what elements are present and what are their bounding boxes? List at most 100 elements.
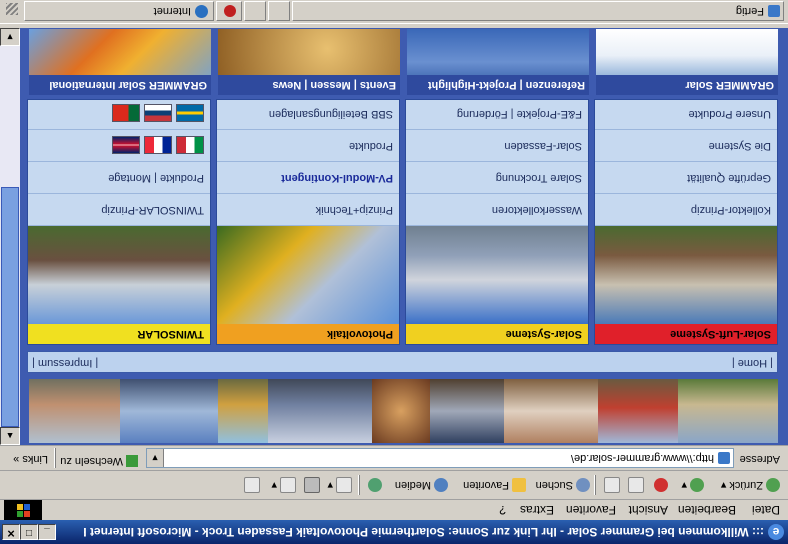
column-links: TWINSOLAR-Prinzip Produkte | Montage: [28, 99, 210, 226]
status-panel: [268, 1, 290, 21]
refresh-icon: [628, 476, 644, 493]
site-nav: | Home | | Impressum |: [27, 351, 778, 373]
home-icon: [604, 476, 620, 493]
tile-referenzen[interactable]: Referenzen | Projekt-Highlight: [407, 29, 589, 95]
address-input[interactable]: http:\\www.grammer-solar.de\ ▼: [146, 448, 734, 468]
column-header[interactable]: Photovoltaik: [217, 324, 399, 344]
list-item[interactable]: PV-Modul-Kontingent: [217, 162, 399, 194]
list-item[interactable]: TWINSOLAR-Prinzip: [28, 194, 210, 226]
column-header[interactable]: Solar-Systeme: [406, 324, 588, 344]
serbia-flag-icon[interactable]: [144, 104, 172, 122]
vertical-scrollbar[interactable]: ▲ ▼: [0, 28, 20, 445]
edit-button[interactable]: ▾: [271, 476, 296, 494]
scroll-down-icon[interactable]: ▼: [0, 28, 20, 46]
menu-bar: Datei Bearbeiten Ansicht Favoriten Extra…: [0, 499, 788, 520]
menu-ansicht[interactable]: Ansicht: [629, 503, 668, 517]
minimize-button[interactable]: _: [38, 524, 56, 540]
menu-datei[interactable]: Datei: [752, 503, 780, 517]
list-item[interactable]: Geprüfte Qualität: [595, 162, 777, 194]
portugal-flag-icon[interactable]: [112, 104, 140, 122]
address-dropdown[interactable]: ▼: [147, 449, 164, 467]
resize-grip-icon[interactable]: [6, 3, 18, 15]
list-item[interactable]: SBB Beteiligungsanlagen: [217, 99, 399, 130]
tile-international[interactable]: GRAMMER Solar International: [29, 29, 211, 95]
france-flag-icon[interactable]: [144, 136, 172, 154]
impressum-link[interactable]: | Impressum |: [32, 357, 98, 369]
window-title: ::: Willkommen bei Grammer Solar - Ihr L…: [84, 525, 764, 539]
stop-button[interactable]: [651, 476, 668, 494]
column-photovoltaik: Photovoltaik Prinzip+Technik PV-Modul-Ko…: [216, 99, 400, 345]
media-button[interactable]: Medien: [395, 476, 448, 494]
search-icon: [576, 477, 590, 492]
photo-pv-field: [120, 379, 218, 443]
column-header[interactable]: Solar-Luft-Systeme: [595, 324, 777, 344]
list-item[interactable]: Wasserkollektoren: [406, 194, 588, 226]
list-item[interactable]: Produkte | Montage: [28, 162, 210, 194]
favorites-button[interactable]: Favoriten: [463, 476, 526, 494]
address-url: http:\\www.grammer-solar.de\: [570, 452, 714, 464]
forward-button[interactable]: ▾: [681, 476, 704, 494]
home-button[interactable]: [601, 476, 620, 494]
stop-icon: [654, 477, 668, 492]
status-text: Fertig: [735, 5, 764, 17]
tile-label: GRAMMER Solar: [596, 75, 778, 95]
tile-events[interactable]: Events | Messen | News: [218, 29, 400, 95]
toolbar-separator: [594, 475, 596, 495]
scroll-up-icon[interactable]: ▲: [0, 427, 20, 445]
photo-house: [678, 379, 778, 443]
list-item[interactable]: Prinzip+Technik: [217, 194, 399, 226]
list-item[interactable]: Kollektor-Prinzip: [595, 194, 777, 226]
tile-grammer-solar[interactable]: GRAMMER Solar: [596, 29, 778, 95]
list-item[interactable]: F&E-Projekte | Förderung: [406, 99, 588, 130]
toolbar-separator: [358, 475, 360, 495]
flag-row: [28, 99, 210, 130]
column-links: Wasserkollektoren Solare Trocknung Solar…: [406, 99, 588, 226]
column-photo: [217, 226, 399, 324]
column-photo: [595, 226, 777, 324]
photo-building: [504, 379, 598, 443]
column-header[interactable]: TWINSOLAR: [28, 324, 210, 344]
home-link[interactable]: | Home |: [732, 357, 773, 369]
status-panel: [244, 1, 266, 21]
links-button[interactable]: Links »: [13, 453, 48, 465]
menu-extras[interactable]: Extras: [520, 503, 554, 517]
mail-button[interactable]: ▾: [327, 476, 352, 494]
back-arrow-icon: [766, 477, 780, 492]
list-item[interactable]: Die Systeme: [595, 130, 777, 162]
column-twinsolar: TWINSOLAR TWINSOLAR-Prinzip Produkte | M…: [27, 99, 211, 345]
search-button[interactable]: Suchen: [536, 476, 590, 494]
tile-label: Referenzen | Projekt-Highlight: [407, 75, 589, 95]
list-item[interactable]: Produkte: [217, 130, 399, 162]
back-button[interactable]: Zurück ▾: [721, 476, 780, 494]
sweden-flag-icon[interactable]: [176, 104, 204, 122]
list-item[interactable]: Solar-Fassaden: [406, 130, 588, 162]
refresh-button[interactable]: [625, 476, 644, 494]
zone-panel: Internet: [24, 1, 214, 21]
menu-help[interactable]: ?: [499, 503, 506, 517]
discuss-button[interactable]: [241, 476, 260, 494]
list-item[interactable]: Solare Trocknung: [406, 162, 588, 194]
scroll-thumb[interactable]: [1, 187, 19, 427]
history-button[interactable]: [365, 476, 382, 494]
list-item[interactable]: Unsere Produkte: [595, 99, 777, 130]
menu-favoriten[interactable]: Favoriten: [566, 503, 616, 517]
browser-window: e ::: Willkommen bei Grammer Solar - Ihr…: [0, 0, 788, 544]
photo-panels: [268, 379, 372, 443]
column-links: Prinzip+Technik PV-Modul-Kontingent Prod…: [217, 99, 399, 226]
forward-arrow-icon: [690, 477, 704, 492]
go-button[interactable]: Wechseln zu: [60, 454, 138, 467]
maximize-button[interactable]: □: [20, 524, 38, 540]
print-button[interactable]: [301, 476, 320, 494]
menu-bearbeiten[interactable]: Bearbeiten: [678, 503, 736, 517]
close-button[interactable]: ✕: [2, 524, 20, 540]
column-photo: [28, 226, 210, 324]
address-bar: Adresse http:\\www.grammer-solar.de\ ▼ W…: [0, 445, 788, 470]
discuss-icon: [244, 476, 260, 493]
print-icon: [304, 476, 320, 493]
photo-strip: [29, 379, 778, 443]
title-bar: e ::: Willkommen bei Grammer Solar - Ihr…: [0, 520, 788, 544]
italy-flag-icon[interactable]: [176, 136, 204, 154]
mail-icon: [336, 476, 352, 493]
uk-flag-icon[interactable]: [112, 136, 140, 154]
page-icon: [718, 452, 730, 464]
